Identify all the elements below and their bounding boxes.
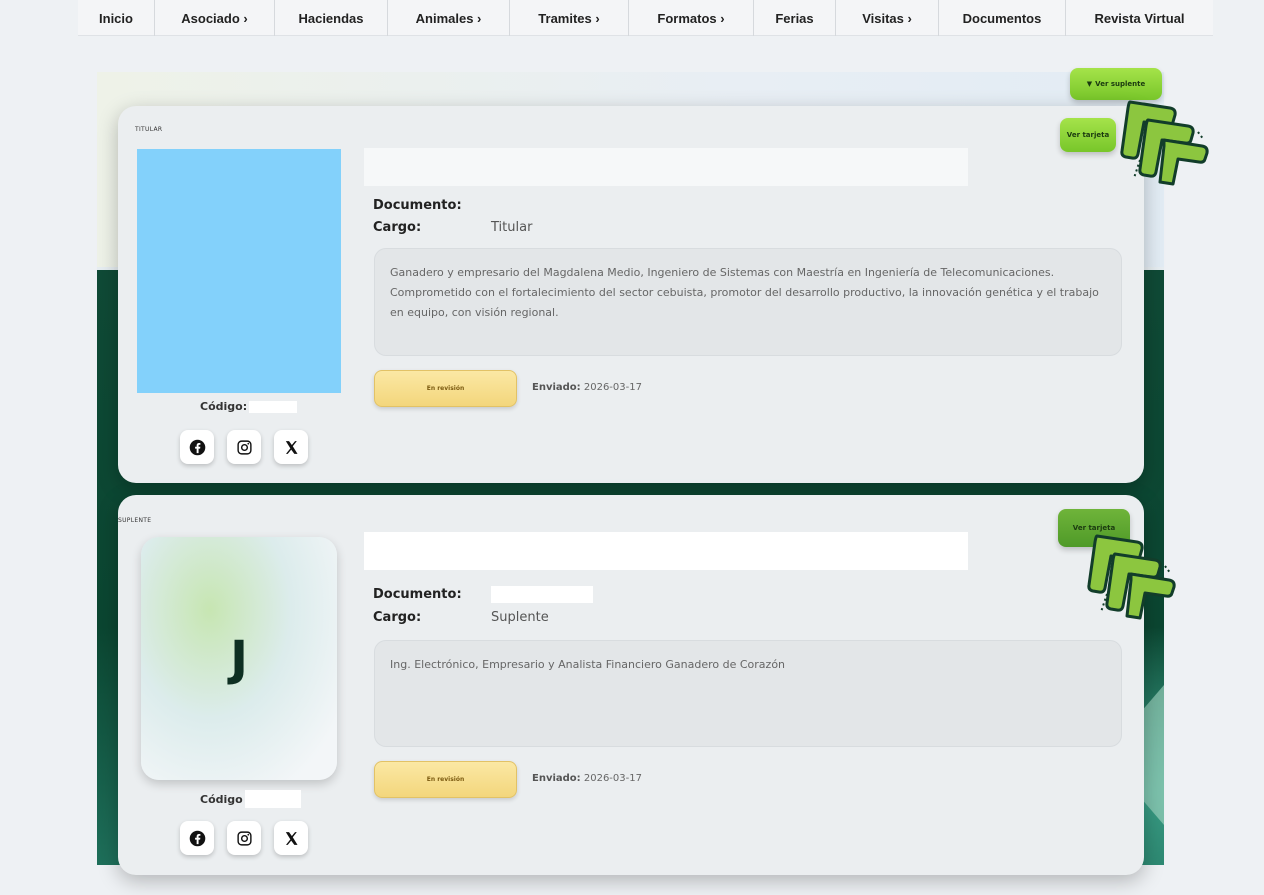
nav-formatos[interactable]: Formatos › [628, 0, 753, 36]
facebook-button[interactable] [180, 430, 214, 464]
click-cursor-icon [1087, 534, 1176, 620]
documento-label: Documento: [373, 587, 462, 602]
social-links [180, 430, 308, 464]
facebook-icon [189, 830, 205, 846]
nav-inicio[interactable]: Inicio [78, 0, 154, 36]
codigo-label: Código [200, 792, 243, 806]
enviado-row: Enviado: 2026-03-17 [532, 382, 642, 393]
codigo-value [244, 790, 301, 808]
card-tag: TITULAR [135, 126, 163, 133]
caret-down-icon: ▼ [1086, 80, 1093, 88]
nav-ferias[interactable]: Ferias [753, 0, 835, 36]
click-cursor-icon [1120, 100, 1209, 186]
main-nav: Inicio Asociado › Haciendas Animales › T… [78, 0, 1213, 36]
documento-row: Documento: [373, 198, 491, 213]
cargo-label: Cargo: [373, 610, 422, 625]
documento-row: Documento: [373, 586, 593, 603]
titular-card: TITULAR Código: Documento: Cargo: Titula… [118, 106, 1144, 483]
name-field [364, 532, 968, 570]
nav-revista-virtual[interactable]: Revista Virtual [1065, 0, 1213, 36]
documento-label: Documento: [373, 198, 462, 213]
status-badge: En revisión [374, 761, 517, 798]
suplente-card: SUPLENTE J Código Documento: Cargo: Supl… [118, 495, 1144, 875]
instagram-button[interactable] [227, 430, 261, 464]
facebook-icon [189, 439, 205, 455]
codigo-row: Código: [200, 400, 298, 413]
enviado-value: 2026-03-17 [583, 773, 642, 784]
cargo-value: Suplente [491, 610, 549, 625]
cargo-label: Cargo: [373, 220, 422, 235]
instagram-button[interactable] [227, 821, 261, 855]
x-icon [285, 440, 298, 454]
facebook-button[interactable] [180, 821, 214, 855]
codigo-value [249, 400, 298, 413]
titular-photo [137, 149, 341, 393]
name-field [364, 148, 968, 186]
nav-visitas[interactable]: Visitas › [835, 0, 938, 36]
status-badge: En revisión [374, 370, 517, 407]
suplente-avatar: J [141, 537, 337, 780]
enviado-row: Enviado: 2026-03-17 [532, 773, 642, 784]
nav-tramites[interactable]: Tramites › [509, 0, 628, 36]
documento-value [491, 586, 593, 603]
x-button[interactable] [274, 430, 308, 464]
instagram-icon [236, 830, 252, 846]
codigo-label: Código: [200, 400, 248, 413]
cargo-row: Cargo: Suplente [373, 610, 549, 625]
nav-asociado[interactable]: Asociado › [154, 0, 274, 36]
social-links [180, 821, 308, 855]
nav-animales[interactable]: Animales › [387, 0, 509, 36]
ver-tarjeta-button[interactable]: Ver tarjeta [1060, 118, 1116, 152]
x-button[interactable] [274, 821, 308, 855]
codigo-row: Código [200, 790, 301, 808]
instagram-icon [236, 439, 252, 455]
bio-text: Ing. Electrónico, Empresario y Analista … [374, 640, 1122, 747]
x-icon [285, 831, 298, 845]
nav-documentos[interactable]: Documentos [938, 0, 1065, 36]
enviado-label: Enviado: [532, 382, 581, 393]
ver-suplente-label: Ver suplente [1095, 80, 1146, 88]
bio-text: Ganadero y empresario del Magdalena Medi… [374, 248, 1122, 356]
cargo-row: Cargo: Titular [373, 220, 532, 235]
cargo-value: Titular [491, 220, 533, 235]
enviado-value: 2026-03-17 [583, 382, 642, 393]
nav-haciendas[interactable]: Haciendas [274, 0, 387, 36]
enviado-label: Enviado: [532, 773, 581, 784]
card-tag: SUPLENTE [118, 517, 152, 524]
